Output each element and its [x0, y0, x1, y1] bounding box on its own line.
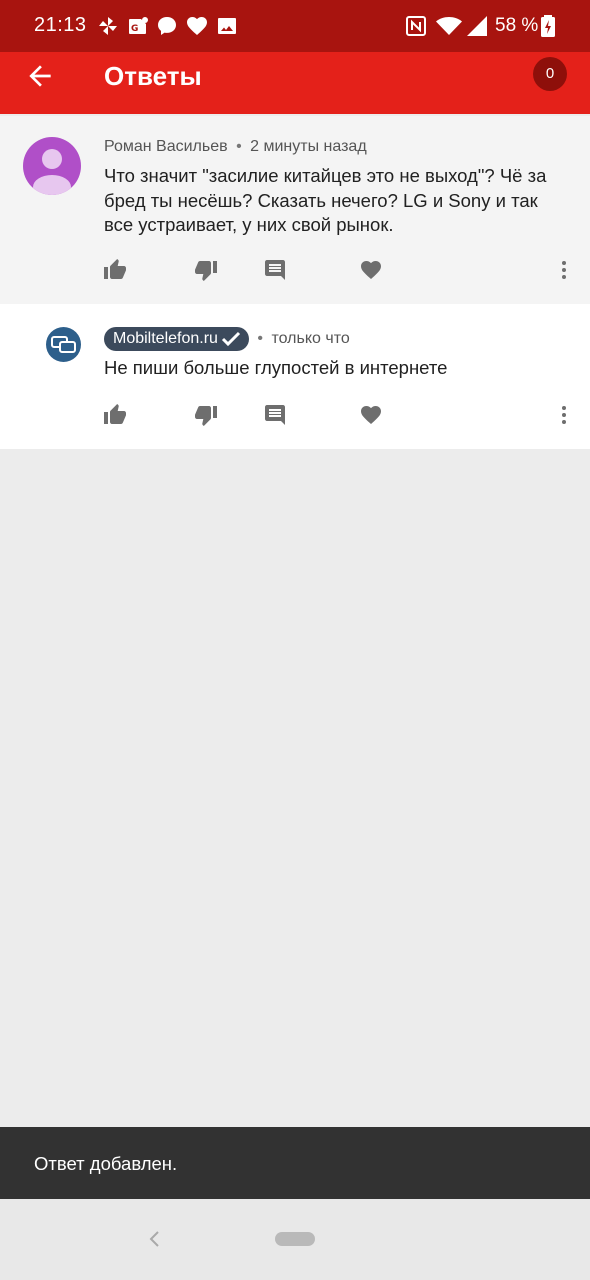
notification-counter[interactable]: 0	[533, 57, 567, 91]
more-options-button[interactable]	[547, 253, 581, 287]
author-badge[interactable]: Mobiltelefon.ru	[104, 327, 249, 351]
reply-comment-icon	[265, 405, 285, 425]
comment-text: Что значит "засилие китайцев это не выхо…	[104, 165, 547, 235]
user-avatar[interactable]	[23, 137, 81, 195]
heart-icon	[361, 406, 381, 424]
heart-icon	[361, 261, 381, 279]
nfc-icon	[406, 16, 426, 36]
thumb-down-icon	[195, 406, 217, 426]
comment-meta: Роман Васильев • 2 минуты назад	[104, 138, 367, 156]
snackbar-message: Ответ добавлен.	[34, 1153, 178, 1174]
system-nav-bar	[0, 1199, 590, 1280]
verified-check-icon	[221, 331, 241, 346]
like-button[interactable]	[98, 398, 132, 432]
comment-author: Mobiltelefon.ru	[113, 330, 218, 347]
meta-separator: •	[236, 138, 242, 155]
arrow-back-icon[interactable]	[24, 60, 56, 92]
home-pill[interactable]	[275, 1232, 315, 1246]
page-title: Ответы	[104, 61, 202, 91]
more-options-button[interactable]	[547, 398, 581, 432]
dislike-button[interactable]	[189, 253, 223, 287]
comment-actions	[0, 398, 590, 432]
comment-reply: Mobiltelefon.ru • только что Не пиши бол…	[0, 304, 590, 449]
nav-back-icon[interactable]	[145, 1227, 165, 1251]
comment-time: 2 минуты назад	[250, 138, 367, 155]
wifi-icon	[436, 17, 462, 35]
comment-meta: Mobiltelefon.ru • только что	[104, 327, 350, 351]
favorite-button[interactable]	[354, 253, 388, 287]
comment-text: Не пиши больше глупостей в интернете	[104, 357, 448, 378]
signal-icon	[467, 16, 487, 36]
image-icon	[218, 18, 236, 34]
app-bar: Ответы 0	[0, 52, 590, 114]
more-vert-icon	[562, 261, 566, 279]
default-user-avatar-icon	[33, 149, 71, 195]
reply-button[interactable]	[258, 253, 292, 287]
status-bar: 21:13 G 58 %	[0, 0, 590, 52]
pinwheel-icon	[99, 17, 117, 35]
comment-author[interactable]: Роман Васильев	[104, 138, 228, 155]
more-vert-icon	[562, 406, 566, 424]
comment-actions	[0, 253, 590, 287]
status-time: 21:13	[34, 14, 87, 36]
reply-comment-icon	[265, 260, 285, 280]
thumb-up-icon	[104, 259, 126, 279]
brand-avatar[interactable]	[46, 327, 81, 362]
snackbar: Ответ добавлен.	[0, 1127, 590, 1199]
comment-time: только что	[271, 330, 350, 348]
like-button[interactable]	[98, 253, 132, 287]
battery-level: 58 %	[495, 15, 539, 36]
chat-logo-icon	[51, 336, 76, 353]
thumb-down-icon	[195, 261, 217, 281]
battery-icon	[541, 15, 555, 37]
meta-separator: •	[257, 330, 264, 348]
comment-parent: Роман Васильев • 2 минуты назад Что знач…	[0, 116, 590, 304]
thumb-up-icon	[104, 404, 126, 424]
dislike-button[interactable]	[189, 398, 223, 432]
gboard-icon: G	[129, 17, 148, 34]
chat-bubble-icon	[158, 17, 176, 35]
svg-text:G: G	[131, 24, 138, 34]
reply-button[interactable]	[258, 398, 292, 432]
heart-icon	[187, 17, 207, 35]
favorite-button[interactable]	[354, 398, 388, 432]
